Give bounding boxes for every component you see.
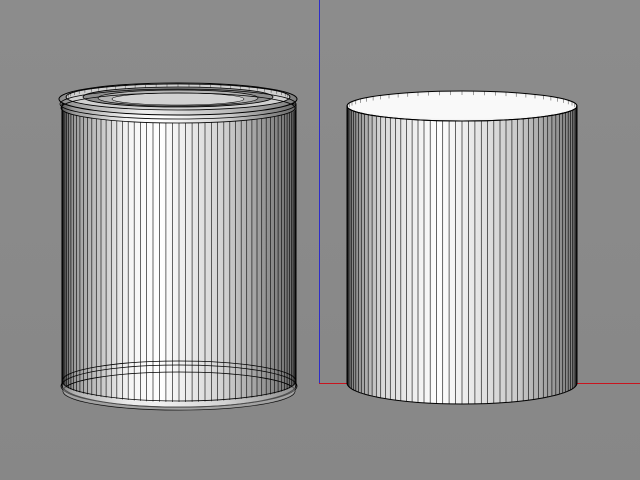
cylinder-object[interactable] (346, 90, 578, 405)
paint-can-object[interactable] (58, 82, 298, 411)
3d-viewport[interactable] (0, 0, 640, 480)
